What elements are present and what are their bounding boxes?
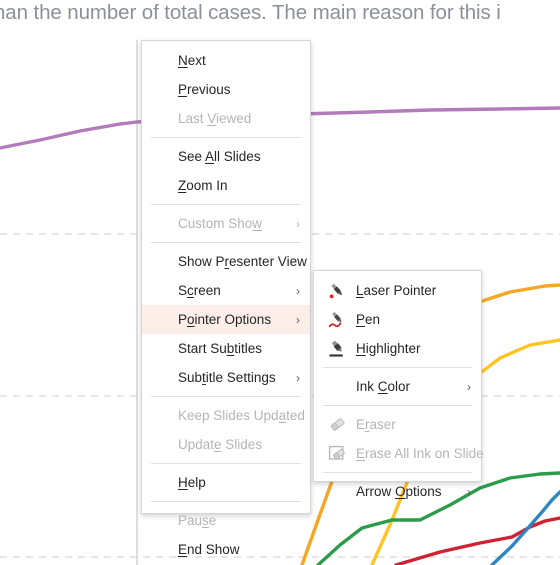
menu-item-label: Custom Show xyxy=(178,216,263,231)
menu-item-label: Eraser xyxy=(356,417,396,432)
slideshow-context-menu[interactable]: Next Previous Last Viewed See All Slides Zoo… xyxy=(141,40,311,557)
menu-item-label: Keep Slides Updated xyxy=(178,408,305,423)
menu-item-label: Zoom In xyxy=(178,178,228,193)
menu-item-label: Show Presenter View xyxy=(178,254,307,269)
menu-item-label: Update Slides xyxy=(178,437,263,452)
menu-separator xyxy=(151,137,301,138)
slide-body-text: han the number of total cases. The main … xyxy=(0,1,501,24)
menu-item-label: See All Slides xyxy=(178,149,261,164)
menu-item-label: Pen xyxy=(356,312,381,327)
menu-item-label: Start Subtitles xyxy=(178,341,263,356)
menu-item-arrow-options[interactable]: Arrow Options › xyxy=(314,477,481,506)
menu-item-zoom-in[interactable]: Zoom In xyxy=(142,171,310,200)
chart-series-red-rising-curve xyxy=(394,516,560,565)
menu-item-label: Next xyxy=(178,53,206,68)
menu-icon-none xyxy=(322,481,352,503)
chart-series-blue-rising-curve xyxy=(490,490,560,565)
chevron-right-icon: › xyxy=(296,370,300,385)
menu-item-label: Arrow Options xyxy=(356,484,442,499)
menu-item-screen[interactable]: Screen › xyxy=(142,276,310,305)
menu-separator xyxy=(151,396,301,397)
menu-item-label: Laser Pointer xyxy=(356,283,437,298)
menu-item-label: Pause xyxy=(178,513,217,528)
menu-item-show-presenter-view[interactable]: Show Presenter View xyxy=(142,247,310,276)
menu-item-laser-pointer[interactable]: Laser Pointer xyxy=(314,276,481,305)
menu-item-highlighter[interactable]: Highlighter xyxy=(314,334,481,363)
menu-item-label: Pointer Options xyxy=(178,312,272,327)
menu-item-label: Help xyxy=(178,475,206,490)
pointer-options-submenu[interactable]: Laser Pointer Pen Highlighter Ink Color › … xyxy=(313,270,484,499)
menu-icon-none xyxy=(322,376,352,398)
menu-item-label: Highlighter xyxy=(356,341,421,356)
menu-item-previous[interactable]: Previous xyxy=(142,75,310,104)
erase-all-icon xyxy=(322,443,352,465)
menu-separator xyxy=(151,204,301,205)
menu-item-ink-color[interactable]: Ink Color › xyxy=(314,372,481,401)
menu-item-help[interactable]: Help xyxy=(142,468,310,497)
menu-item-label: Subtitle Settings xyxy=(178,370,276,385)
highlighter-icon xyxy=(322,338,352,360)
menu-separator xyxy=(323,405,472,406)
menu-item-start-subtitles[interactable]: Start Subtitles xyxy=(142,334,310,363)
menu-item-custom-show: Custom Show › xyxy=(142,209,310,238)
menu-item-update-slides: Update Slides xyxy=(142,430,310,459)
menu-item-pause: Pause xyxy=(142,506,310,535)
menu-separator xyxy=(151,242,301,243)
menu-item-next[interactable]: Next xyxy=(142,46,310,75)
menu-item-pen[interactable]: Pen xyxy=(314,305,481,334)
menu-separator xyxy=(151,463,301,464)
eraser-icon xyxy=(322,414,352,436)
menu-item-label: End Show xyxy=(178,542,240,557)
menu-item-label: Previous xyxy=(178,82,231,97)
menu-item-last-viewed: Last Viewed xyxy=(142,104,310,133)
menu-item-see-all-slides[interactable]: See All Slides xyxy=(142,142,310,171)
menu-item-keep-slides-updated: Keep Slides Updated xyxy=(142,401,310,430)
menu-separator xyxy=(323,472,472,473)
menu-item-label: Erase All Ink on Slide xyxy=(356,446,484,461)
menu-item-label: Last Viewed xyxy=(178,111,252,126)
menu-item-label: Screen xyxy=(178,283,221,298)
chevron-right-icon: › xyxy=(296,216,300,231)
menu-separator xyxy=(151,501,301,502)
laser-pointer-icon xyxy=(322,280,352,302)
chevron-right-icon: › xyxy=(296,312,300,327)
menu-item-pointer-options[interactable]: Pointer Options › xyxy=(142,305,310,334)
chevron-right-icon: › xyxy=(467,484,471,499)
menu-item-erase-all-ink: Erase All Ink on Slide xyxy=(314,439,484,468)
pen-icon xyxy=(322,309,352,331)
menu-item-end-show[interactable]: End Show xyxy=(142,535,310,564)
chevron-right-icon: › xyxy=(296,283,300,298)
menu-item-eraser: Eraser xyxy=(314,410,481,439)
menu-item-subtitle-settings[interactable]: Subtitle Settings › xyxy=(142,363,310,392)
menu-item-label: Ink Color xyxy=(356,379,411,394)
menu-separator xyxy=(323,367,472,368)
chevron-right-icon: › xyxy=(467,379,471,394)
